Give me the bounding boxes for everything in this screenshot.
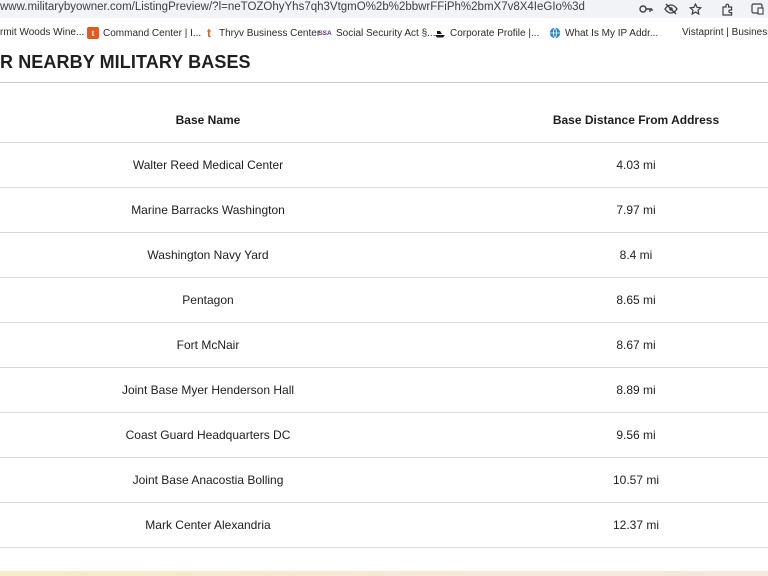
bookmark-item[interactable]: SSA Social Security Act §... [318, 27, 436, 39]
base-name-cell: Washington Navy Yard [147, 248, 269, 262]
bookmark-label: Vistaprint | Business... [682, 27, 768, 38]
bookmark-item[interactable]: Vistaprint | Business... [682, 27, 768, 38]
bookmark-label: rmit Woods Wine... [0, 27, 85, 38]
base-name-cell: Joint Base Anacostia Bolling [132, 473, 284, 487]
url-text[interactable]: www.militarybyowner.com/ListingPreview/?… [0, 1, 585, 13]
eye-off-icon[interactable] [658, 0, 683, 18]
star-icon[interactable] [683, 0, 708, 18]
extensions-icon[interactable] [708, 0, 746, 18]
table-row: Pentagon 8.65 mi [0, 278, 768, 323]
distance-cell: 9.56 mi [616, 428, 656, 442]
address-bar[interactable]: www.militarybyowner.com/ListingPreview/?… [0, 0, 768, 18]
table-row: Walter Reed Medical Center 4.03 mi [0, 143, 768, 188]
distance-cell: 8.89 mi [616, 383, 656, 397]
address-bar-icons [633, 0, 768, 18]
base-name-cell: Marine Barracks Washington [131, 203, 285, 217]
table-row: Fort McNair 8.67 mi [0, 323, 768, 368]
base-name-cell: Fort McNair [176, 338, 240, 352]
command-center-icon: t [87, 27, 99, 39]
bookmark-label: Social Security Act §... [336, 27, 436, 39]
table-row: Joint Base Myer Henderson Hall 8.89 mi [0, 368, 768, 413]
distance-cell: 12.37 mi [612, 518, 660, 532]
bookmark-item[interactable]: t Thryv Business Center [203, 26, 321, 40]
military-bases-table: Base Name Base Distance From Address Wal… [0, 98, 768, 548]
table-row: Washington Navy Yard 8.4 mi [0, 233, 768, 278]
bookmark-item[interactable]: rmit Woods Wine... [0, 27, 84, 38]
bookmarks-bar: rmit Woods Wine... t Command Center | I.… [0, 22, 768, 46]
column-header-distance: Base Distance From Address [552, 113, 720, 127]
distance-cell: 4.03 mi [616, 158, 656, 172]
table-row: Coast Guard Headquarters DC 9.56 mi [0, 413, 768, 458]
thryv-icon: t [207, 26, 211, 40]
window-icon[interactable] [746, 0, 768, 18]
bookmark-label: Corporate Profile |... [450, 27, 540, 39]
base-name-cell: Mark Center Alexandria [145, 518, 271, 532]
ssa-icon: SSA [318, 29, 332, 37]
bookmark-label: What Is My IP Addr... [565, 27, 659, 39]
distance-cell: 10.57 mi [612, 473, 660, 487]
base-name-cell: Coast Guard Headquarters DC [125, 428, 291, 442]
base-name-cell: Walter Reed Medical Center [132, 158, 284, 172]
bookmark-item[interactable]: What Is My IP Addr... [549, 27, 658, 39]
column-header-base-name: Base Name [175, 113, 241, 127]
distance-cell: 7.97 mi [616, 203, 656, 217]
distance-cell: 8.65 mi [616, 293, 656, 307]
table-row: Joint Base Anacostia Bolling 10.57 mi [0, 458, 768, 503]
table-row: Mark Center Alexandria 12.37 mi [0, 503, 768, 548]
bookmark-item[interactable]: Corporate Profile |... [434, 27, 539, 39]
base-name-cell: Pentagon [182, 293, 234, 307]
base-name-cell: Joint Base Myer Henderson Hall [121, 383, 295, 397]
ship-icon [434, 27, 446, 39]
table-row: Marine Barracks Washington 7.97 mi [0, 188, 768, 233]
footer-strip [0, 571, 768, 576]
table-header-row: Base Name Base Distance From Address [0, 98, 768, 143]
globe-icon [549, 27, 561, 39]
distance-cell: 8.67 mi [616, 338, 656, 352]
bookmark-item[interactable]: t Command Center | I... [87, 27, 201, 39]
bookmark-label: Thryv Business Center [219, 27, 321, 39]
distance-cell: 8.4 mi [619, 248, 653, 262]
divider [0, 82, 768, 83]
bookmark-label: Command Center | I... [103, 27, 202, 39]
page-title: R NEARBY MILITARY BASES [0, 52, 251, 72]
key-icon[interactable] [633, 0, 658, 18]
